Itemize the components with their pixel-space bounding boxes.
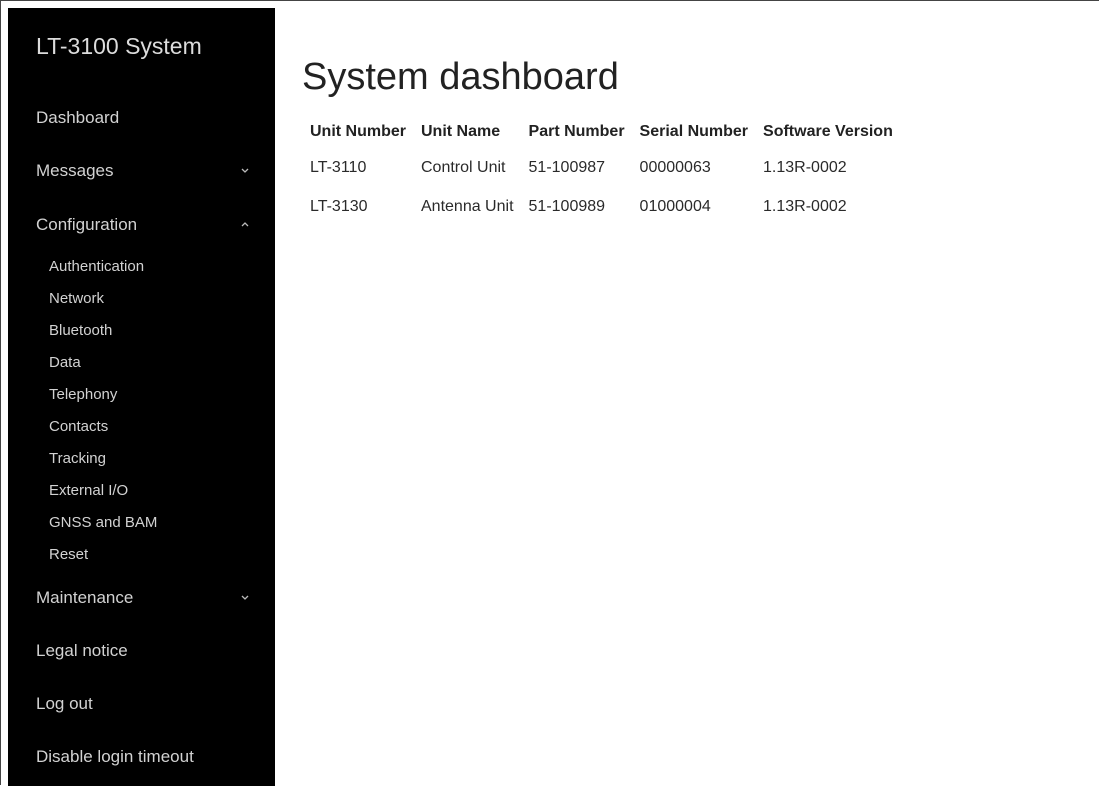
column-header-serial-number: Serial Number: [639, 123, 749, 140]
sidebar: LT-3100 System Dashboard Messages Config…: [8, 8, 275, 786]
table-header-row: Unit Number Unit Name Part Number Serial…: [303, 121, 901, 151]
sidebar-subitem-telephony[interactable]: Telephony: [49, 386, 117, 403]
chevron-up-icon: [238, 217, 252, 231]
cell-unit-number: LT-3130: [310, 198, 368, 215]
sidebar-item-label: Disable login timeout: [36, 747, 194, 766]
sidebar-item-dashboard[interactable]: Dashboard: [36, 108, 256, 128]
column-header-part-number: Part Number: [528, 123, 625, 140]
brand-title: LT-3100 System: [36, 33, 202, 59]
cell-unit-number: LT-3110: [310, 159, 367, 176]
sidebar-item-label: Messages: [36, 161, 114, 180]
units-table: Unit Number Unit Name Part Number Serial…: [303, 121, 901, 229]
sidebar-subitem-bluetooth[interactable]: Bluetooth: [49, 322, 112, 339]
sidebar-subitem-data[interactable]: Data: [49, 354, 81, 371]
column-header-software-version: Software Version: [763, 123, 893, 140]
sidebar-subitem-tracking[interactable]: Tracking: [49, 450, 106, 467]
cell-serial-number: 01000004: [639, 198, 711, 215]
sidebar-item-label: Maintenance: [36, 588, 134, 607]
main-content: System dashboard Unit Number Unit Name P…: [275, 8, 1099, 785]
table-row: LT-3130 Antenna Unit 51-100989 01000004 …: [303, 190, 901, 229]
sidebar-item-log-out[interactable]: Log out: [36, 694, 256, 714]
app-frame: LT-3100 System Dashboard Messages Config…: [0, 0, 1099, 786]
sidebar-item-messages[interactable]: Messages: [36, 161, 256, 181]
cell-unit-name: Antenna Unit: [421, 198, 514, 215]
sidebar-subitem-external-io[interactable]: External I/O: [49, 482, 128, 499]
sidebar-subitem-network[interactable]: Network: [49, 290, 104, 307]
table-row: LT-3110 Control Unit 51-100987 00000063 …: [303, 151, 901, 190]
page-title: System dashboard: [302, 56, 619, 98]
cell-part-number: 51-100989: [528, 198, 606, 215]
cell-unit-name: Control Unit: [421, 159, 506, 176]
sidebar-subitem-authentication[interactable]: Authentication: [49, 258, 144, 275]
sidebar-item-label: Dashboard: [36, 108, 120, 127]
sidebar-item-label: Configuration: [36, 215, 138, 234]
cell-software-version: 1.13R-0002: [763, 198, 847, 215]
sidebar-item-label: Legal notice: [36, 641, 128, 660]
cell-serial-number: 00000063: [639, 159, 711, 176]
cell-software-version: 1.13R-0002: [763, 159, 847, 176]
sidebar-item-label: Log out: [36, 694, 93, 713]
chevron-down-icon: [238, 590, 252, 604]
sidebar-item-disable-login-timeout[interactable]: Disable login timeout: [36, 747, 256, 767]
column-header-unit-number: Unit Number: [310, 123, 406, 140]
sidebar-item-maintenance[interactable]: Maintenance: [36, 588, 256, 608]
cell-part-number: 51-100987: [528, 159, 606, 176]
sidebar-subitem-contacts[interactable]: Contacts: [49, 418, 108, 435]
sidebar-subitem-gnss-bam[interactable]: GNSS and BAM: [49, 514, 157, 531]
column-header-unit-name: Unit Name: [421, 123, 501, 140]
sidebar-item-configuration[interactable]: Configuration: [36, 215, 256, 235]
sidebar-item-legal-notice[interactable]: Legal notice: [36, 641, 256, 661]
sidebar-subitem-reset[interactable]: Reset: [49, 546, 88, 563]
chevron-down-icon: [238, 163, 252, 177]
